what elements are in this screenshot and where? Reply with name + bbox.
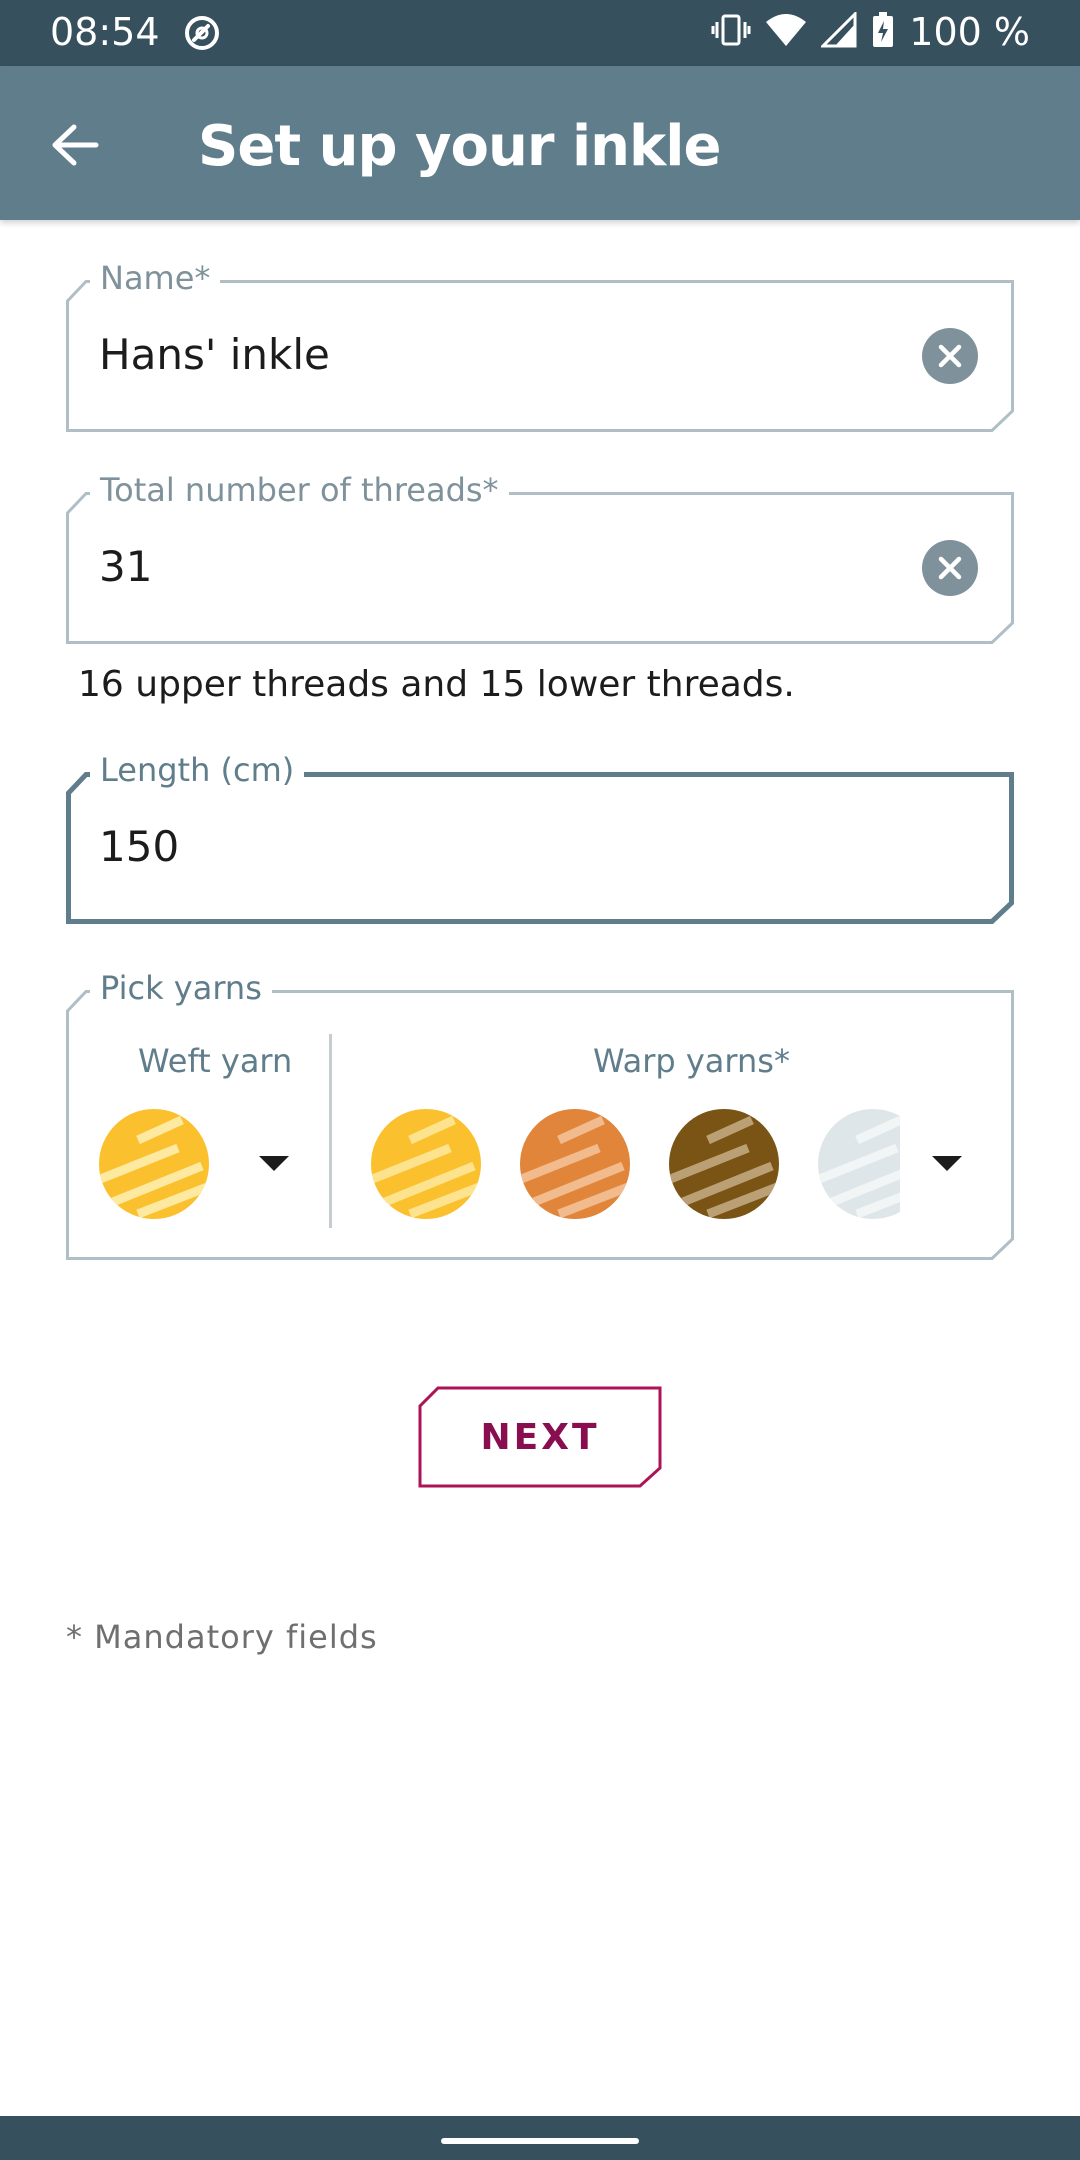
clear-name-button[interactable] [922,328,978,384]
length-field[interactable]: Length (cm) 150 [66,750,1014,924]
warp-yarn-ball-icon[interactable] [668,1108,780,1220]
status-icons: 100 % [711,9,1030,54]
status-bar: 08:54 100 % [0,0,1080,66]
close-icon [938,344,962,368]
warp-yarns-label: Warp yarns* [593,1042,790,1080]
arrow-back-icon [52,124,99,166]
chevron-down-icon [932,1156,962,1171]
threads-field[interactable]: Total number of threads* 31 [66,470,1014,644]
page-title: Set up your inkle [198,114,721,179]
yarns-label: Pick yarns [90,968,272,1008]
close-icon [938,556,962,580]
threads-label: Total number of threads* [90,470,509,510]
yarn-divider [329,1034,332,1228]
sync-icon [182,13,222,58]
warp-yarn-ball-icon[interactable] [370,1108,482,1220]
chevron-down-icon [259,1156,289,1171]
weft-dropdown-button[interactable] [244,1134,304,1194]
threads-input[interactable]: 31 [99,542,152,591]
next-label: NEXT [480,1416,600,1458]
status-time: 08:54 [50,10,160,54]
length-input[interactable]: 150 [99,822,179,871]
battery-charging-icon [871,11,895,54]
vibrate-icon [711,12,751,53]
warp-yarn-ball-icon[interactable] [817,1108,900,1220]
signal-icon [819,9,857,53]
clear-threads-button[interactable] [922,540,978,596]
name-field[interactable]: Name* Hans' inkle [66,258,1014,432]
length-label: Length (cm) [90,750,305,790]
home-indicator[interactable] [441,2138,639,2144]
warp-yarn-ball-icon[interactable] [519,1108,631,1220]
weft-yarn-label: Weft yarn [138,1042,293,1080]
mandatory-fields-note: * Mandatory fields [66,1618,378,1656]
warp-yarn-list[interactable] [370,1108,900,1220]
app-bar: Set up your inkle [0,66,1080,220]
battery-percent: 100 % [909,10,1030,54]
navigation-bar [0,2116,1080,2160]
yarn-picker: Pick yarns Weft yarn Warp yarns* [66,968,1014,1260]
threads-helper-text: 16 upper threads and 15 lower threads. [78,664,795,705]
name-label: Name* [90,258,221,298]
warp-dropdown-button[interactable] [917,1134,977,1194]
name-input[interactable]: Hans' inkle [99,330,330,379]
next-button[interactable]: NEXT [418,1386,662,1488]
back-button[interactable] [40,110,110,180]
weft-yarn-ball-icon[interactable] [98,1108,210,1220]
wifi-icon [765,12,807,53]
